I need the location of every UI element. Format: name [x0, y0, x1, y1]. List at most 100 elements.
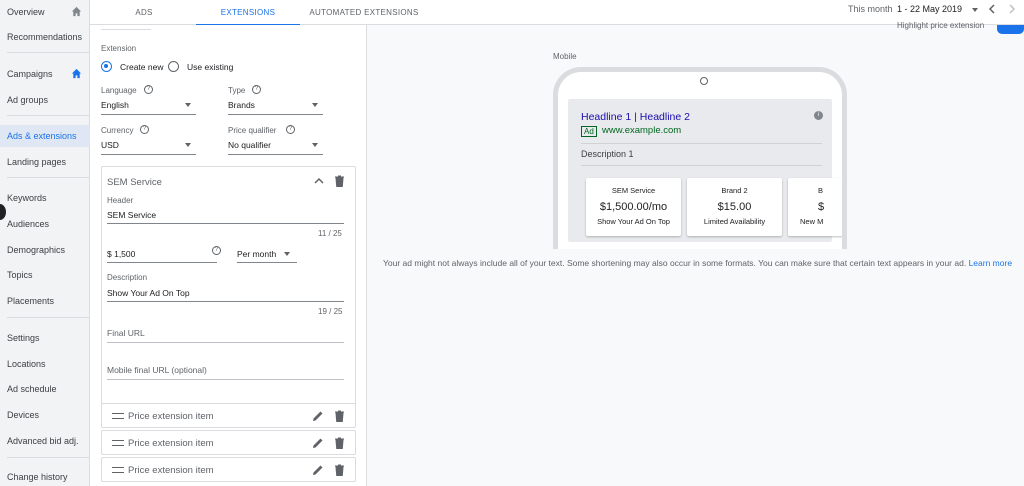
- pencil-icon[interactable]: [312, 410, 324, 422]
- pencil-icon[interactable]: [312, 464, 324, 476]
- type-label: Type: [228, 86, 246, 95]
- nav-placements[interactable]: Placements: [0, 290, 90, 312]
- tab-automated-extensions[interactable]: AUTOMATED EXTENSIONS: [308, 0, 420, 25]
- dropdown-arrow-icon[interactable]: [312, 103, 318, 107]
- price-card-header: Brand 2: [721, 186, 748, 195]
- price-item-row[interactable]: Price extension item: [101, 403, 356, 428]
- price-item-label: Price extension item: [128, 465, 214, 476]
- dropdown-arrow-icon[interactable]: [185, 103, 191, 107]
- nav-settings[interactable]: Settings: [0, 327, 90, 349]
- nav-recommendations[interactable]: Recommendations: [0, 26, 90, 48]
- language-label: Language: [101, 86, 137, 95]
- nav-landing-pages-label: Landing pages: [7, 157, 67, 167]
- chevron-up-icon[interactable]: [313, 176, 325, 186]
- price-card-price: $: [818, 201, 825, 213]
- language-select[interactable]: English: [101, 100, 129, 110]
- dropdown-arrow-icon[interactable]: [284, 252, 290, 256]
- date-dropdown-icon[interactable]: [972, 8, 978, 12]
- use-existing-label[interactable]: Use existing: [187, 62, 233, 72]
- help-icon[interactable]: ?: [286, 125, 295, 134]
- info-icon[interactable]: i: [814, 111, 823, 120]
- nav-audiences[interactable]: Audiences: [0, 213, 90, 235]
- dropdown-arrow-icon[interactable]: [312, 143, 318, 147]
- price-item-label: Price extension item: [128, 411, 214, 422]
- nav-campaigns[interactable]: Campaigns: [0, 63, 90, 85]
- price-qualifier-label: Price qualifier: [228, 126, 277, 135]
- mobile-url-input[interactable]: Mobile final URL (optional): [107, 365, 207, 375]
- trash-icon[interactable]: [334, 437, 345, 449]
- nav-ad-schedule[interactable]: Ad schedule: [0, 378, 90, 400]
- price-card-price: $1,500.00/mo: [599, 201, 668, 213]
- trash-icon[interactable]: [334, 464, 345, 476]
- tab-bar: ADS EXTENSIONS AUTOMATED EXTENSIONS This…: [90, 0, 1024, 26]
- drag-handle-icon[interactable]: [112, 440, 124, 446]
- nav-devices[interactable]: Devices: [0, 404, 90, 426]
- unit-underline: [237, 262, 297, 263]
- trash-icon[interactable]: [334, 175, 345, 187]
- tab-extensions[interactable]: EXTENSIONS: [196, 0, 300, 26]
- price-qualifier-select[interactable]: No qualifier: [228, 140, 271, 150]
- left-navigation: Overview Recommendations Campaigns Ad gr…: [0, 0, 90, 486]
- price-item-label: Price extension item: [128, 438, 214, 449]
- price-input[interactable]: $ 1,500: [107, 249, 135, 259]
- price-item-row[interactable]: Price extension item: [101, 457, 356, 482]
- price-item-card: SEM Service Header SEM Service 11 / 25 $…: [101, 166, 356, 408]
- description-label: Description: [107, 273, 148, 282]
- nav-advanced-bid[interactable]: Advanced bid adj.: [0, 430, 90, 452]
- nav-divider: [7, 52, 89, 53]
- trash-icon[interactable]: [334, 410, 345, 422]
- header-input[interactable]: SEM Service: [107, 210, 156, 220]
- create-new-radio[interactable]: [101, 61, 112, 72]
- nav-ad-groups[interactable]: Ad groups: [0, 89, 90, 111]
- date-range-value[interactable]: 1 - 22 May 2019: [897, 4, 962, 14]
- nav-divider: [7, 457, 89, 458]
- help-icon[interactable]: ?: [252, 85, 261, 94]
- description-input[interactable]: Show Your Ad On Top: [107, 288, 190, 298]
- tab-ads[interactable]: ADS: [110, 0, 178, 25]
- final-url-input[interactable]: Final URL: [107, 328, 145, 338]
- highlight-toggle[interactable]: [997, 25, 1024, 34]
- learn-more-link[interactable]: Learn more: [969, 258, 1012, 268]
- tab-extensions-label: EXTENSIONS: [220, 8, 276, 17]
- extension-form: Extension Create new Use existing Langua…: [90, 25, 367, 486]
- price-card: Brand 2 $15.00 Limited Availability: [687, 178, 782, 236]
- nav-keywords[interactable]: Keywords: [0, 187, 90, 209]
- price-card: B $ New M: [788, 178, 842, 236]
- create-new-label[interactable]: Create new: [120, 62, 163, 72]
- nav-change-history[interactable]: Change history: [0, 466, 90, 486]
- ad-headline: Headline 1 | Headline 2: [581, 111, 690, 123]
- nav-ads-extensions-label: Ads & extensions: [7, 131, 77, 141]
- chevron-right-icon[interactable]: [1006, 3, 1018, 15]
- dropdown-arrow-icon[interactable]: [185, 143, 191, 147]
- price-card: SEM Service $1,500.00/mo Show Your Ad On…: [586, 178, 681, 236]
- pencil-icon[interactable]: [312, 437, 324, 449]
- nav-demographics[interactable]: Demographics: [0, 239, 90, 261]
- unit-select[interactable]: Per month: [237, 249, 276, 259]
- help-icon[interactable]: ?: [212, 246, 221, 255]
- help-icon[interactable]: ?: [144, 85, 153, 94]
- header-underline: [107, 223, 344, 224]
- currency-select[interactable]: USD: [101, 140, 119, 150]
- use-existing-radio[interactable]: [168, 61, 179, 72]
- highlight-toggle-label: Highlight price extension: [897, 21, 985, 30]
- help-icon[interactable]: ?: [140, 125, 149, 134]
- ad-badge: Ad: [581, 126, 597, 137]
- nav-topics[interactable]: Topics: [0, 264, 90, 286]
- drag-handle-icon[interactable]: [112, 467, 124, 473]
- nav-locations[interactable]: Locations: [0, 353, 90, 375]
- nav-placements-label: Placements: [7, 296, 55, 306]
- nav-overview[interactable]: Overview: [0, 1, 90, 23]
- chevron-left-icon[interactable]: [986, 3, 998, 15]
- nav-topics-label: Topics: [7, 270, 33, 280]
- device-label: Mobile: [553, 52, 577, 61]
- tab-ads-label: ADS: [135, 8, 153, 17]
- type-select[interactable]: Brands: [228, 100, 255, 110]
- item-title: SEM Service: [107, 177, 162, 188]
- nav-divider: [7, 177, 89, 178]
- nav-landing-pages[interactable]: Landing pages: [0, 151, 90, 173]
- nav-ads-extensions[interactable]: Ads & extensions: [0, 125, 90, 147]
- price-item-row[interactable]: Price extension item: [101, 430, 356, 455]
- price-card-desc: Show Your Ad On Top: [597, 217, 670, 226]
- drag-handle-icon[interactable]: [112, 413, 124, 419]
- final-url-underline: [107, 342, 344, 343]
